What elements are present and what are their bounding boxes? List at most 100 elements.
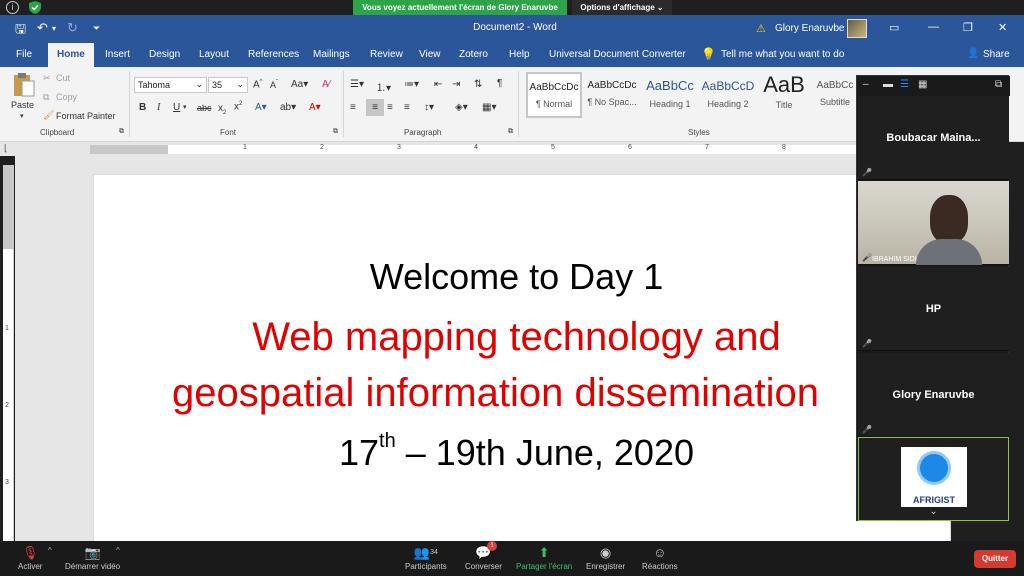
align-center-icon[interactable]: ≡ [366,99,384,116]
sort-icon[interactable]: ⇅ [474,79,482,90]
grow-font-icon[interactable]: A^ [253,79,263,90]
style-heading-2[interactable]: AaBbCcD Heading 2 [700,72,756,118]
customize-toolbar-icon[interactable]: ⏷ [93,23,100,34]
show-marks-icon[interactable]: ¶ [497,78,502,89]
font-name-combo[interactable]: Tahoma ⌄ [134,77,207,93]
minimize-icon[interactable]: — [928,21,939,33]
tab-home[interactable]: Home [48,43,94,67]
tab-insert[interactable]: Insert [105,49,130,60]
speaker-view-icon[interactable]: ☰ [900,79,909,90]
font-color-icon[interactable]: A▾ [309,102,321,113]
participant-tile[interactable]: Boubacar Maina... 🎤 [858,96,1009,180]
text-effects-icon[interactable]: A▾ [255,102,267,113]
tab-design[interactable]: Design [149,49,180,60]
share-screen-button[interactable]: ⬆ Partager l'écran [516,544,572,571]
horizontal-ruler[interactable]: 1 2 3 4 5 6 7 8 [90,144,856,154]
bold-icon[interactable]: B [139,102,146,113]
participant-tile[interactable]: Glory Enaruvbe 🎤 [858,353,1009,437]
style-no-spacing[interactable]: AaBbCcDc ¶ No Spac... [584,72,640,118]
underline-icon[interactable]: U [173,102,180,113]
strikethrough-icon[interactable]: abc [197,103,212,113]
italic-icon[interactable]: I [157,102,160,113]
vertical-ruler[interactable]: 1 2 3 [3,165,14,541]
shield-icon[interactable] [29,1,41,14]
paragraph-launcher-icon[interactable]: ⧉ [508,128,513,136]
cut-icon[interactable]: ✂ [43,73,51,84]
format-painter-button[interactable]: Format Painter [56,111,116,121]
redo-icon[interactable]: ↻ [67,20,78,36]
audio-options-icon[interactable]: ^ [48,546,52,555]
style-subtitle[interactable]: AaBbCc Subtitle [814,72,856,118]
participants-button[interactable]: 👥34 Participants [405,544,447,571]
multilevel-list-icon[interactable]: ≔▾ [404,79,419,90]
warning-icon[interactable]: ⚠ [756,22,766,35]
video-options-icon[interactable]: ^ [116,546,120,555]
save-icon[interactable]: 🖫 [15,20,26,42]
participant-video-tile[interactable]: 🎤 IBRAHIM SIDI [858,181,1009,265]
clear-formatting-icon[interactable]: A⁄ [322,79,330,90]
increase-indent-icon[interactable]: ⇥ [452,79,460,90]
style-heading-1[interactable]: AaBbCc Heading 1 [642,72,698,118]
change-case-icon[interactable]: Aa▾ [291,79,308,90]
record-button[interactable]: ◉ Enregistrer [586,544,625,571]
shading-icon[interactable]: ◈▾ [455,102,468,113]
clipboard-launcher-icon[interactable]: ⧉ [119,128,124,136]
font-size-combo[interactable]: 35 ⌄ [208,77,248,93]
numbering-icon[interactable]: ⒈▾ [376,79,391,94]
tab-review[interactable]: Review [370,49,403,60]
tab-help[interactable]: Help [509,49,530,60]
hide-video-icon[interactable]: ▬ [883,79,893,90]
cut-button[interactable]: Cut [56,73,70,83]
paste-icon[interactable] [12,72,36,98]
start-video-button[interactable]: 📷 Démarrer vidéo [65,544,120,571]
restore-icon[interactable]: ❐ [963,21,973,34]
tab-mailings[interactable]: Mailings [313,49,350,60]
subscript-icon[interactable]: x2 [218,103,226,116]
paste-button[interactable]: Paste [11,100,34,110]
borders-icon[interactable]: ▦▾ [482,102,496,113]
format-painter-icon[interactable]: 🖌 [43,110,54,121]
decrease-indent-icon[interactable]: ⇤ [434,79,442,90]
share-person-icon[interactable]: 👤 [967,48,979,59]
bullets-icon[interactable]: ☰▾ [350,79,364,90]
justify-icon[interactable]: ≡ [404,102,410,113]
copy-button[interactable]: Copy [56,92,77,102]
line-spacing-icon[interactable]: ↕▾ [424,102,434,113]
document-page[interactable]: Welcome to Day 1 Web mapping technology … [93,174,951,554]
info-icon[interactable]: i [6,1,19,14]
unmute-button[interactable]: 🎙 Activer [18,544,42,571]
share-button[interactable]: Share [983,49,1010,60]
gallery-view-icon[interactable]: ▦ [918,79,927,90]
account-name[interactable]: Glory Enaruvbe [775,23,844,34]
align-right-icon[interactable]: ≡ [387,102,393,113]
align-left-icon[interactable]: ≡ [350,102,356,113]
close-icon[interactable]: ✕ [998,21,1007,34]
tab-zotero[interactable]: Zotero [459,49,488,60]
view-options-button[interactable]: Options d'affichage ⌄ [572,0,672,15]
underline-dropdown-icon[interactable]: ▾ [183,103,187,111]
tab-layout[interactable]: Layout [199,49,229,60]
avatar[interactable] [847,19,867,38]
superscript-icon[interactable]: x2 [234,101,242,112]
highlight-icon[interactable]: ab▾ [280,102,296,113]
paste-dropdown-icon[interactable]: ▾ [20,112,24,120]
tab-references[interactable]: References [248,49,299,60]
participant-tile[interactable]: HP 🎤 [858,267,1009,351]
tab-file[interactable]: File [16,49,32,60]
font-launcher-icon[interactable]: ⧉ [333,128,338,136]
shrink-font-icon[interactable]: Aˇ [270,80,278,90]
undo-dropdown-icon[interactable]: ▾ [52,24,56,33]
minimize-panel-icon[interactable]: – [863,79,869,90]
tell-me-search[interactable]: Tell me what you want to do [721,49,844,60]
undo-icon[interactable]: ↶ [37,20,48,36]
chevron-down-icon[interactable]: ⌄ [857,506,1010,520]
copy-icon[interactable]: ⧉ [43,92,49,103]
chat-button[interactable]: 💬 1 Converser [465,541,502,571]
tab-universal-document-converter[interactable]: Universal Document Converter [549,49,686,60]
style-normal[interactable]: AaBbCcDc ¶ Normal [526,72,582,118]
ribbon-display-icon[interactable]: ▭ [889,21,899,34]
leave-meeting-button[interactable]: Quitter [974,550,1016,568]
tab-view[interactable]: View [419,49,441,60]
tab-selector-icon[interactable]: ⌊ [4,143,8,154]
expand-panel-icon[interactable]: ⧉ [995,79,1002,90]
